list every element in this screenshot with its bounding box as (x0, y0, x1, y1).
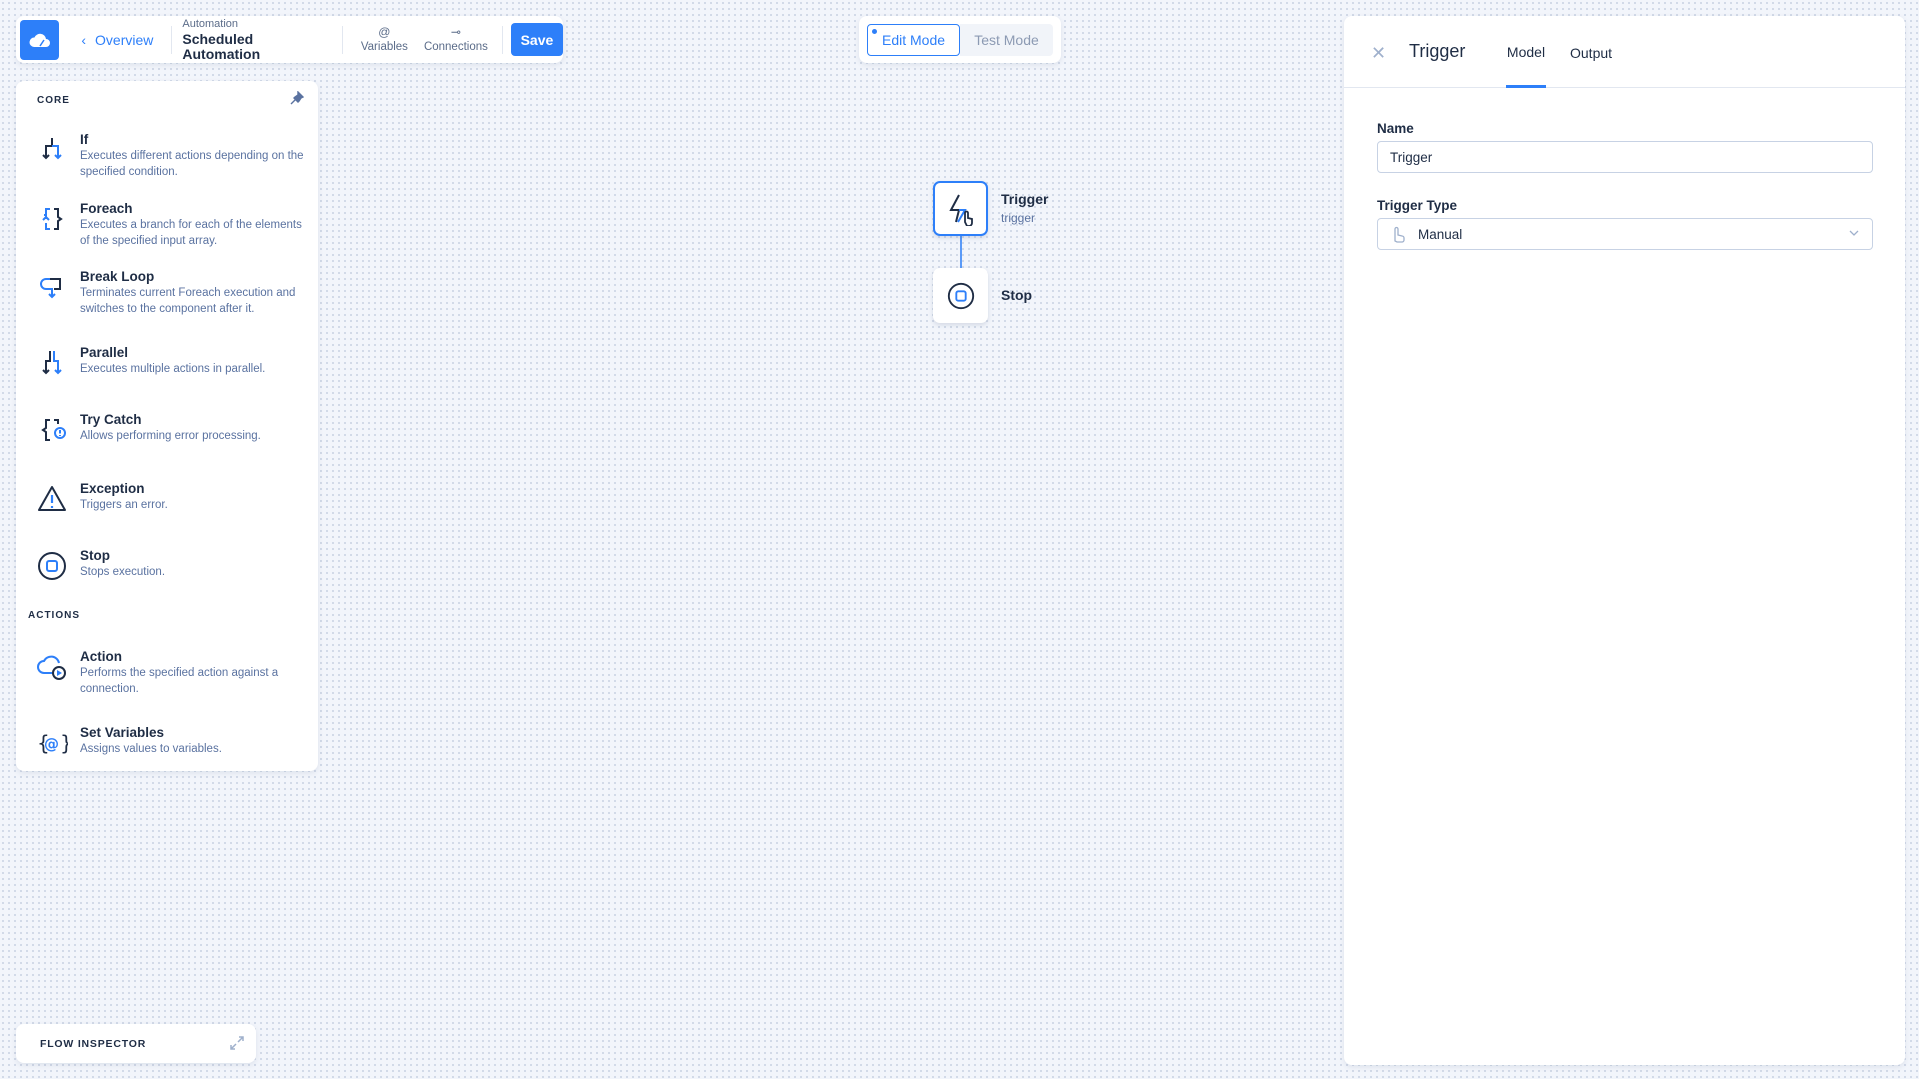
pin-icon[interactable] (290, 91, 304, 105)
stop-icon (38, 552, 66, 580)
item-description: Allows performing error processing. (80, 430, 261, 442)
cloud-play-icon (37, 655, 66, 680)
trigger-type-label: Trigger Type (1377, 198, 1458, 213)
foreach-icon (42, 208, 63, 230)
stop-node-label: Stop (1001, 287, 1033, 303)
trigger-type-value: Manual (1418, 226, 1463, 242)
item-title: Exception (80, 481, 145, 496)
active-dot (872, 28, 877, 34)
item-title: Set Variables (80, 725, 165, 740)
back-label: Overview (95, 31, 154, 48)
tab-output[interactable]: Output (1570, 45, 1612, 89)
parallel-icon (42, 351, 62, 375)
trigger-node-type: trigger (1001, 211, 1036, 225)
variables-button[interactable]: @ Variables (361, 25, 408, 55)
properties-panel: ✕ Trigger Model Output Name Trigger Type… (1344, 16, 1905, 1065)
item-description: Assigns values to variables. (80, 743, 222, 755)
palette-item-set-variables[interactable]: {@} Set Variables Assigns values to vari… (16, 725, 318, 781)
connections-label: Connections (423, 40, 488, 53)
palette-item-foreach[interactable]: Foreach Executes a branch for each of th… (16, 201, 318, 257)
chevron-down-icon (1849, 230, 1859, 236)
item-description: Executes different actions depending on … (80, 150, 304, 178)
palette-item-exception[interactable]: Exception Triggers an error. (16, 481, 318, 537)
at-icon: @ (378, 24, 391, 39)
item-title: Try Catch (80, 412, 142, 427)
palette-item-action[interactable]: Action Performs the specified action aga… (16, 649, 318, 705)
page-title: Scheduled Automation (182, 31, 261, 62)
variables-label: Variables (360, 40, 408, 53)
test-mode-label: Test Mode (974, 31, 1039, 48)
item-description: Executes a branch for each of the elemen… (80, 219, 302, 247)
palette-item-break-loop[interactable]: Break Loop Terminates current Foreach ex… (16, 269, 318, 325)
save-button[interactable]: Save (510, 23, 563, 56)
back-to-overview-link[interactable]: ‹ Overview (81, 32, 153, 48)
test-mode-tab[interactable]: Test Mode (960, 23, 1053, 56)
item-title: Action (80, 649, 122, 664)
item-title: Foreach (80, 201, 133, 216)
stop-icon (947, 282, 974, 309)
divider (501, 25, 503, 54)
palette-item-if[interactable]: If Executes different actions depending … (16, 132, 318, 188)
divider (341, 25, 343, 54)
flow-inspector[interactable]: FLOW INSPECTOR (16, 1024, 256, 1063)
item-title: Stop (80, 548, 110, 563)
item-description: Stops execution. (80, 566, 166, 578)
name-label: Name (1377, 121, 1414, 136)
item-description: Performs the specified action against a … (80, 667, 279, 695)
core-heading: CORE (37, 95, 70, 106)
item-title: Break Loop (80, 269, 155, 284)
stop-node[interactable] (933, 268, 988, 323)
flow-inspector-label: FLOW INSPECTOR (40, 1038, 147, 1050)
breadcrumb: Automation Scheduled Automation (182, 17, 331, 62)
trigger-node-label: Trigger (1001, 191, 1049, 207)
cloud-icon (29, 33, 50, 47)
panel-header: ✕ Trigger Model Output (1344, 16, 1905, 88)
actions-heading: ACTIONS (28, 610, 80, 621)
chevron-left-icon: ‹ (81, 31, 87, 48)
edit-mode-tab[interactable]: Edit Mode (867, 23, 961, 56)
panel-title: Trigger (1409, 41, 1466, 61)
palette-item-stop[interactable]: Stop Stops execution. (16, 548, 318, 604)
component-palette: CORE If Executes different actions depen… (16, 81, 318, 771)
break-loop-icon (40, 278, 61, 299)
edit-mode-label: Edit Mode (881, 31, 946, 48)
tab-model[interactable]: Model (1506, 44, 1546, 88)
svg-text:}: } (60, 731, 68, 755)
item-title: If (80, 132, 89, 147)
flow-connector (960, 236, 962, 268)
mode-switch: Edit Mode Test Mode (859, 16, 1061, 63)
breadcrumb-section: Automation (182, 18, 239, 30)
top-toolbar: ‹ Overview Automation Scheduled Automatio… (16, 16, 563, 63)
item-description: Executes multiple actions in parallel. (80, 363, 266, 375)
try-catch-icon (41, 419, 66, 441)
item-title: Parallel (80, 345, 129, 360)
connection-icon: ⊸ (450, 24, 461, 39)
variables-icon: {@} (37, 731, 68, 755)
trigger-node[interactable] (933, 181, 988, 236)
app-logo[interactable] (20, 19, 60, 60)
name-input[interactable] (1377, 141, 1873, 173)
item-description: Triggers an error. (80, 499, 168, 511)
palette-item-try-catch[interactable]: Try Catch Allows performing error proces… (16, 412, 318, 468)
hand-pointer-icon (1394, 226, 1405, 243)
trigger-type-select[interactable]: Manual (1377, 218, 1873, 250)
lightning-hand-icon (948, 194, 973, 226)
connections-button[interactable]: ⊸ Connections (424, 25, 488, 55)
item-description: Terminates current Foreach execution and… (80, 287, 296, 315)
svg-text:@: @ (44, 735, 59, 753)
if-branch-icon (42, 138, 62, 160)
close-icon[interactable]: ✕ (1371, 43, 1386, 64)
expand-icon[interactable] (230, 1036, 244, 1050)
divider (171, 25, 173, 54)
warning-icon (38, 486, 66, 511)
palette-item-parallel[interactable]: Parallel Executes multiple actions in pa… (16, 345, 318, 401)
